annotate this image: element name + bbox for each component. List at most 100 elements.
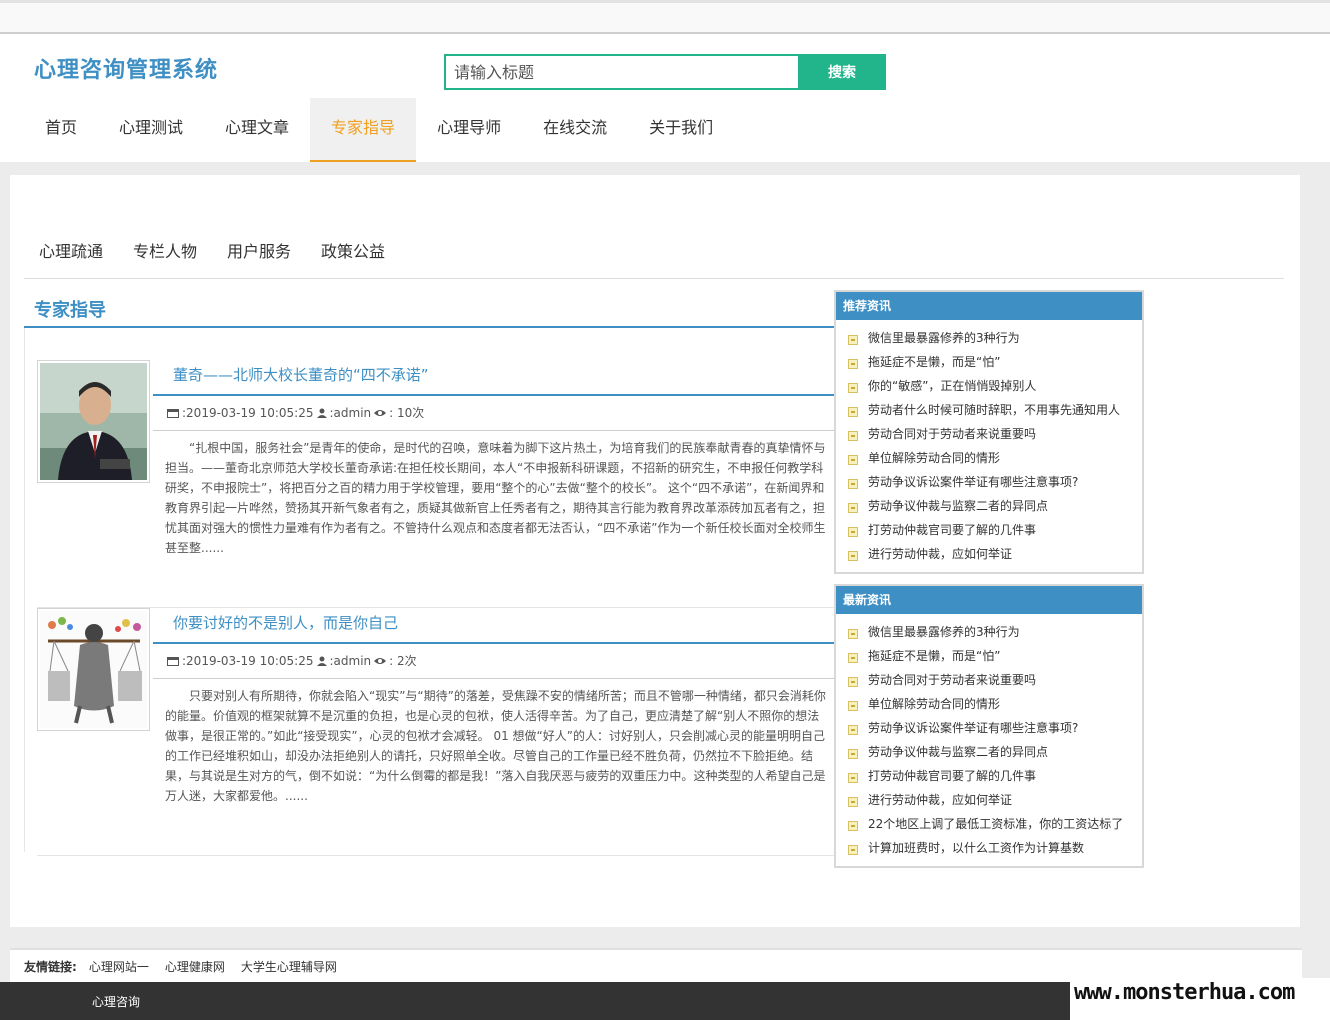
- article-list: 董奇——北师大校长董奇的“四不承诺” :2019-03-19 10:05:25 …: [24, 328, 835, 856]
- article-thumbnail[interactable]: [37, 360, 150, 483]
- list-item[interactable]: 打劳动仲裁官司要了解的几件事: [848, 518, 1142, 542]
- article-time: :2019-03-19 10:05:25: [182, 405, 314, 420]
- subnav-item-user-service[interactable]: 用户服务: [212, 222, 306, 278]
- friend-link[interactable]: 心理健康网: [165, 958, 225, 975]
- note-icon: [848, 749, 858, 759]
- list-item[interactable]: 微信里最暴露修养的3种行为: [848, 326, 1142, 350]
- list-item[interactable]: 你的“敏感”，正在悄悄毁掉别人: [848, 374, 1142, 398]
- note-icon: [848, 431, 858, 441]
- subnav-item-counseling[interactable]: 心理疏通: [24, 222, 118, 278]
- list-item[interactable]: 微信里最暴露修养的3种行为: [848, 620, 1142, 644]
- note-icon: [848, 527, 858, 537]
- sub-nav: 心理疏通 专栏人物 用户服务 政策公益: [24, 222, 1284, 279]
- calendar-icon: [167, 408, 179, 418]
- user-icon: [316, 656, 327, 666]
- nav-item-psych-test[interactable]: 心理测试: [98, 98, 204, 162]
- site-logo[interactable]: 心理咨询管理系统: [34, 52, 218, 84]
- meta-divider: [153, 678, 835, 679]
- news-link[interactable]: 打劳动仲裁官司要了解的几件事: [868, 764, 1036, 788]
- list-item[interactable]: 拖延症不是懒，而是“怕”: [848, 350, 1142, 374]
- subnav-item-policy-charity[interactable]: 政策公益: [306, 222, 400, 278]
- list-item[interactable]: 劳动争议诉讼案件举证有哪些注意事项?: [848, 470, 1142, 494]
- note-icon: [848, 407, 858, 417]
- list-item[interactable]: 22个地区上调了最低工资标准，你的工资达标了: [848, 812, 1142, 836]
- latest-news-title: 最新资讯: [836, 586, 1142, 614]
- friend-links-bar: 友情链接: 心理网站一 心理健康网 大学生心理辅导网: [10, 948, 1302, 982]
- meta-divider: [153, 430, 835, 431]
- list-item[interactable]: 打劳动仲裁官司要了解的几件事: [848, 764, 1142, 788]
- nav-item-about-us[interactable]: 关于我们: [628, 98, 734, 162]
- news-link[interactable]: 微信里最暴露修养的3种行为: [868, 326, 1020, 350]
- friend-link[interactable]: 心理网站一: [89, 958, 149, 975]
- list-item[interactable]: 单位解除劳动合同的情形: [848, 446, 1142, 470]
- nav-item-psych-articles[interactable]: 心理文章: [204, 98, 310, 162]
- news-link[interactable]: 劳动者什么时候可随时辞职，不用事先通知用人: [868, 398, 1120, 422]
- user-icon: [316, 408, 327, 418]
- search-button[interactable]: 搜索: [798, 54, 886, 90]
- note-icon: [848, 383, 858, 393]
- news-link[interactable]: 22个地区上调了最低工资标准，你的工资达标了: [868, 812, 1123, 836]
- note-icon: [848, 845, 858, 855]
- note-icon: [848, 773, 858, 783]
- list-item[interactable]: 进行劳动仲裁，应如何举证: [848, 542, 1142, 566]
- article-thumbnail[interactable]: [37, 608, 150, 731]
- news-link[interactable]: 计算加班费时，以什么工资作为计算基数: [868, 836, 1084, 860]
- news-link[interactable]: 劳动争议诉讼案件举证有哪些注意事项?: [868, 716, 1078, 740]
- list-item[interactable]: 劳动合同对于劳动者来说重要吗: [848, 668, 1142, 692]
- article-title[interactable]: 董奇——北师大校长董奇的“四不承诺”: [173, 364, 429, 385]
- list-item[interactable]: 劳动合同对于劳动者来说重要吗: [848, 422, 1142, 446]
- article-meta: :2019-03-19 10:05:25 :admin : 2次: [167, 652, 417, 669]
- article-views: : 2次: [389, 654, 417, 668]
- news-link[interactable]: 微信里最暴露修养的3种行为: [868, 620, 1020, 644]
- list-item[interactable]: 拖延症不是懒，而是“怕”: [848, 644, 1142, 668]
- friend-link[interactable]: 大学生心理辅导网: [241, 958, 337, 975]
- news-link[interactable]: 进行劳动仲裁，应如何举证: [868, 542, 1012, 566]
- note-icon: [848, 629, 858, 639]
- note-icon: [848, 701, 858, 711]
- news-link[interactable]: 进行劳动仲裁，应如何举证: [868, 788, 1012, 812]
- title-divider: [153, 394, 835, 396]
- news-link[interactable]: 单位解除劳动合同的情形: [868, 446, 1000, 470]
- section-title: 专家指导: [34, 300, 106, 321]
- search-input[interactable]: [444, 54, 798, 90]
- nav-item-online-chat[interactable]: 在线交流: [522, 98, 628, 162]
- note-icon: [848, 503, 858, 513]
- list-item[interactable]: 计算加班费时，以什么工资作为计算基数: [848, 836, 1142, 860]
- article-item: 董奇——北师大校长董奇的“四不承诺” :2019-03-19 10:05:25 …: [37, 360, 835, 608]
- section-heading: 专家指导: [24, 290, 834, 328]
- news-link[interactable]: 劳动争议仲裁与监察二者的异同点: [868, 494, 1048, 518]
- nav-item-expert-guidance[interactable]: 专家指导: [310, 98, 417, 162]
- note-icon: [848, 551, 858, 561]
- news-link[interactable]: 劳动争议诉讼案件举证有哪些注意事项?: [868, 470, 1078, 494]
- news-link[interactable]: 打劳动仲裁官司要了解的几件事: [868, 518, 1036, 542]
- note-icon: [848, 479, 858, 489]
- list-item[interactable]: 劳动争议仲裁与监察二者的异同点: [848, 740, 1142, 764]
- note-icon: [848, 797, 858, 807]
- news-link[interactable]: 拖延症不是懒，而是“怕”: [868, 644, 1000, 668]
- note-icon: [848, 821, 858, 831]
- search-form: 搜索: [444, 54, 886, 90]
- note-icon: [848, 335, 858, 345]
- news-link[interactable]: 劳动合同对于劳动者来说重要吗: [868, 668, 1036, 692]
- subnav-item-columnists[interactable]: 专栏人物: [118, 222, 212, 278]
- article-excerpt: “扎根中国，服务社会”是青年的使命，是时代的召唤，意味着为脚下这片热土，为培育我…: [165, 441, 826, 555]
- nav-item-psych-mentors[interactable]: 心理导师: [416, 98, 522, 162]
- article-title[interactable]: 你要讨好的不是别人，而是你自己: [173, 612, 398, 633]
- list-item[interactable]: 单位解除劳动合同的情形: [848, 692, 1142, 716]
- news-link[interactable]: 你的“敏感”，正在悄悄毁掉别人: [868, 374, 1036, 398]
- list-item[interactable]: 进行劳动仲裁，应如何举证: [848, 788, 1142, 812]
- list-item[interactable]: 劳动者什么时候可随时辞职，不用事先通知用人: [848, 398, 1142, 422]
- note-icon: [848, 677, 858, 687]
- list-item[interactable]: 劳动争议仲裁与监察二者的异同点: [848, 494, 1142, 518]
- list-item[interactable]: 劳动争议诉讼案件举证有哪些注意事项?: [848, 716, 1142, 740]
- eye-icon: [374, 657, 387, 664]
- news-link[interactable]: 单位解除劳动合同的情形: [868, 692, 1000, 716]
- article-views: : 10次: [389, 406, 425, 420]
- calendar-icon: [167, 656, 179, 666]
- news-link[interactable]: 劳动争议仲裁与监察二者的异同点: [868, 740, 1048, 764]
- nav-item-home[interactable]: 首页: [24, 98, 98, 162]
- news-link[interactable]: 拖延症不是懒，而是“怕”: [868, 350, 1000, 374]
- recommended-news-title: 推荐资讯: [836, 292, 1142, 320]
- note-icon: [848, 725, 858, 735]
- news-link[interactable]: 劳动合同对于劳动者来说重要吗: [868, 422, 1036, 446]
